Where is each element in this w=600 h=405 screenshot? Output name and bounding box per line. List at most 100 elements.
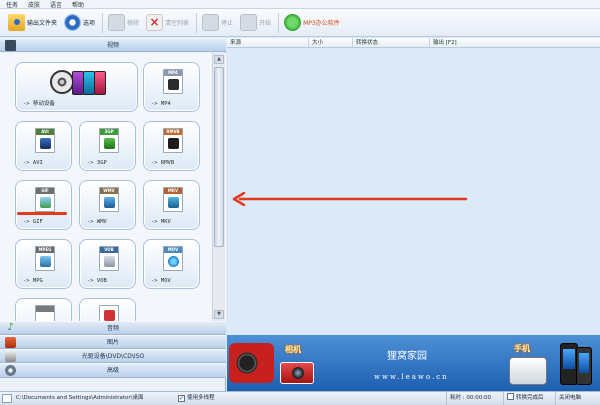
start-button[interactable]: 开始 [240,12,271,34]
shutdown-select[interactable]: 关闭电脑 [555,392,581,405]
start-label: 开始 [259,20,272,27]
file-icon [99,305,119,321]
format-panel: 视频 -> 移动设备 MP4 -> MP4 AVI -> AVI 3GP -> … [0,38,226,391]
film-icon [5,40,16,51]
image-icon [5,337,16,348]
play-icon [240,14,258,31]
format-gif[interactable]: GIF -> GIF [15,180,72,230]
mov-file-icon: MOV [163,246,183,271]
gif-file-icon: GIF [35,187,55,212]
scroll-up-icon[interactable]: ▲ [214,55,224,64]
format-mobile-devices[interactable]: -> 移动设备 [15,62,138,112]
format-label: -> 3GP [87,160,107,166]
format-grid: -> 移动设备 MP4 -> MP4 AVI -> AVI 3GP -> 3GP [0,53,226,321]
format-label: -> MP4 [151,101,171,107]
format-label: -> VOB [87,278,107,284]
column-output[interactable]: 输出 [F2] [430,38,600,47]
column-source[interactable]: 来源 [227,38,309,47]
format-label: -> MKV [151,219,171,225]
wmv-file-icon: WMV [99,187,119,212]
format-wmv[interactable]: WMV -> WMV [79,180,136,230]
menu-skin[interactable]: 皮肤 [28,0,40,9]
vob-file-icon: VOB [99,246,119,271]
menu-language[interactable]: 语言 [50,0,62,9]
globe-icon [284,14,302,31]
file-icon [35,305,55,321]
promo-banner[interactable]: 相机 狸窝家园 www.leawo.cn 手机 [227,335,600,391]
video-camera-icon [229,343,274,383]
format-label: -> AVI [23,160,43,166]
3gp-file-icon: 3GP [99,128,119,153]
category-image-label: 图片 [106,339,119,346]
category-video[interactable]: 视频 [0,38,226,52]
column-size[interactable]: 大小 [309,38,353,47]
close-icon: × [146,14,164,31]
gear-icon [5,365,16,376]
toolbar-divider [278,12,280,33]
multithread-label: 使用多线程 [187,395,215,401]
menu-help[interactable]: 帮助 [72,0,84,9]
category-advanced[interactable]: 高级 [0,363,226,378]
output-folder-button[interactable]: 输出文件夹 [8,12,57,34]
mkv-file-icon: MKV [163,187,183,212]
scroll-thumb[interactable] [214,67,224,247]
mpg-file-icon: MPEG [35,246,55,271]
checkbox-icon[interactable]: ✓ [178,395,185,402]
smartphone-icon [576,347,592,385]
format-label: -> MPG [23,278,43,284]
rmvb-file-icon: RMVB [163,128,183,153]
office-software-button[interactable]: MP3办公软件 [284,12,340,34]
format-label: -> 移动设备 [23,101,55,107]
format-mp4[interactable]: MP4 -> MP4 [143,62,200,112]
options-button[interactable]: 选项 [64,12,95,34]
disc-drive-icon [5,351,16,362]
format-rmvb[interactable]: RMVB -> RMVB [143,121,200,171]
phone-badge: 手机 [514,343,530,353]
format-partial-1[interactable] [15,298,72,321]
annotation-arrow [232,192,468,206]
remove-button[interactable]: 移除 [108,12,139,34]
category-audio-label: 音频 [106,325,119,332]
format-mkv[interactable]: MKV -> MKV [143,180,200,230]
format-partial-2[interactable] [79,298,136,321]
phone-icon [509,357,547,385]
menu-task[interactable]: 任务 [6,0,18,9]
mp4-file-icon: MP4 [163,69,183,94]
toolbar-divider [196,12,198,33]
format-mov[interactable]: MOV -> MOV [143,239,200,289]
scroll-down-icon[interactable]: ▼ [214,310,224,319]
remove-label: 移除 [127,20,140,27]
column-status[interactable]: 转换状态 [353,38,430,47]
elapsed-time: 耗时 : 00:00:00 [446,392,491,405]
category-image[interactable]: 图片 [0,335,226,349]
after-convert-label: 转换完成后 [516,395,544,401]
format-label: -> GIF [23,219,43,225]
stop-icon [202,14,220,31]
category-disc[interactable]: 光驱设备\DVD\CD\ISO [0,349,226,363]
format-label: -> RMVB [151,160,175,166]
toolbar-divider [102,12,104,33]
devices-icon [50,70,106,96]
category-audio[interactable]: ♪ 音频 [0,321,226,335]
format-3gp[interactable]: 3GP -> 3GP [79,121,136,171]
output-path-button[interactable] [2,394,12,403]
list-header: 来源 大小 转换状态 输出 [F2] [227,38,600,48]
multithread-option[interactable]: ✓ 使用多线程 [178,392,215,405]
stop-label: 停止 [221,20,234,27]
status-bar: C:\Documents and Settings\Administrator\… [0,391,600,405]
brand-url: www.leawo.cn [374,373,449,381]
clear-list-button[interactable]: × 清空列表 [146,12,189,34]
format-mpg[interactable]: MPEG -> MPG [15,239,72,289]
office-software-label: MP3办公软件 [303,20,340,27]
output-path: C:\Documents and Settings\Administrator\… [16,395,144,401]
stop-button[interactable]: 停止 [202,12,233,34]
checkbox-icon[interactable] [507,393,514,400]
folder-icon [8,14,25,31]
after-convert-option[interactable]: 转换完成后 [503,392,544,405]
format-vob[interactable]: VOB -> VOB [79,239,136,289]
format-avi[interactable]: AVI -> AVI [15,121,72,171]
toolbar: 输出文件夹 选项 移除 × 清空列表 停止 开始 MP3办公软件 [0,9,600,37]
camera-icon [280,362,314,384]
brand-name: 狸窝家园 [387,351,427,362]
vertical-scrollbar[interactable]: ▲ ▼ [212,53,225,321]
